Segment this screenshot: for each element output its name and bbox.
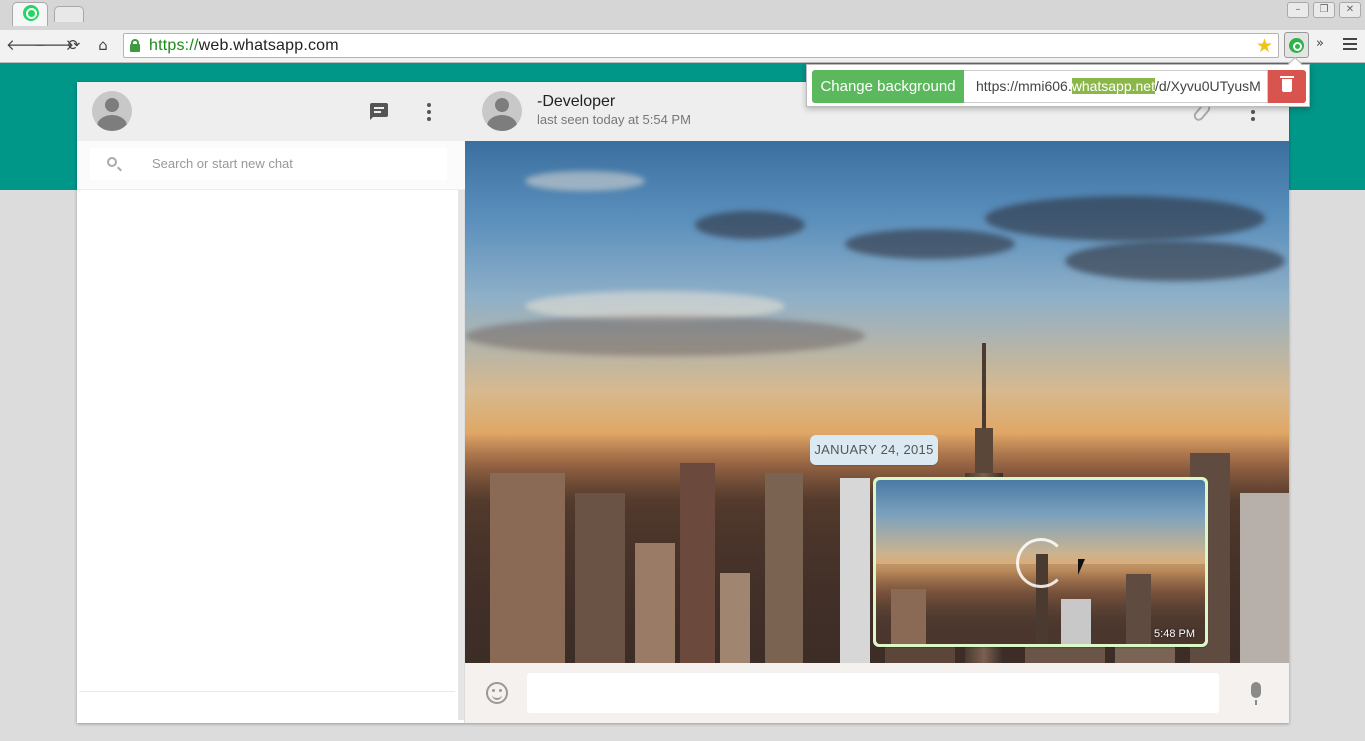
- change-background-button[interactable]: Change background: [812, 70, 964, 103]
- whatsapp-favicon-icon: [23, 5, 39, 21]
- delete-background-button[interactable]: [1268, 70, 1306, 103]
- emoji-icon[interactable]: [486, 682, 508, 704]
- search-icon: [107, 157, 117, 167]
- sidebar: [77, 82, 465, 723]
- my-avatar[interactable]: [92, 91, 132, 131]
- background-url-input[interactable]: https://mmi606.whatsapp.net/d/Xyvu0UTyus…: [964, 70, 1268, 103]
- back-button[interactable]: 🡐: [6, 34, 46, 56]
- mouse-cursor-icon: [1078, 559, 1092, 575]
- image-message[interactable]: 5:48 PM: [873, 477, 1208, 647]
- trash-icon: [1280, 76, 1294, 92]
- close-window-button[interactable]: ✕: [1339, 2, 1361, 18]
- date-divider: JANUARY 24, 2015: [810, 435, 938, 465]
- sidebar-menu-icon[interactable]: [427, 103, 431, 121]
- bookmark-star-icon[interactable]: ★: [1256, 35, 1273, 57]
- message-input[interactable]: [527, 673, 1219, 713]
- search-box[interactable]: [90, 148, 447, 180]
- sidebar-footer: [79, 691, 455, 721]
- window-controls: – ❐ ✕: [1287, 2, 1361, 18]
- microphone-icon[interactable]: [1251, 682, 1261, 705]
- sidebar-scrollbar[interactable]: [458, 190, 464, 720]
- contact-name[interactable]: -Developer: [537, 93, 615, 111]
- new-chat-icon[interactable]: [370, 103, 388, 120]
- browser-toolbar: 🡐 🡒 ⟳ ⌂ https://web.whatsapp.com ★ »: [0, 30, 1365, 63]
- minimize-button[interactable]: –: [1287, 2, 1309, 18]
- restore-button[interactable]: ❐: [1313, 2, 1335, 18]
- loading-spinner-icon: [1016, 538, 1066, 588]
- extension-button[interactable]: [1284, 32, 1309, 58]
- address-bar[interactable]: https://web.whatsapp.com ★: [123, 33, 1279, 58]
- forward-button[interactable]: 🡒: [34, 34, 74, 56]
- reload-button[interactable]: ⟳: [63, 34, 85, 56]
- address-url[interactable]: https://web.whatsapp.com: [149, 37, 339, 55]
- contact-status: last seen today at 5:54 PM: [537, 112, 691, 127]
- new-tab-button[interactable]: [54, 6, 84, 22]
- browser-menu-icon[interactable]: [1343, 38, 1357, 50]
- message-composer: [465, 663, 1289, 723]
- search-input[interactable]: [152, 156, 432, 171]
- extensions-overflow-icon[interactable]: »: [1316, 36, 1324, 51]
- extension-popup: Change background https://mmi606.whatsap…: [806, 56, 1310, 107]
- home-button[interactable]: ⌂: [92, 34, 114, 56]
- image-message-thumbnail[interactable]: 5:48 PM: [876, 480, 1205, 644]
- tab-strip: – ❐ ✕: [0, 0, 1365, 30]
- image-message-time: 5:48 PM: [1154, 628, 1195, 640]
- contact-avatar[interactable]: [482, 91, 522, 131]
- chat-wallpaper-image: JANUARY 24, 2015 5:48 PM: [465, 141, 1289, 663]
- search-bar: [77, 141, 465, 190]
- lock-icon: [130, 39, 140, 52]
- whatsapp-app: -Developer last seen today at 5:54 PM: [77, 82, 1289, 723]
- conversation-panel: -Developer last seen today at 5:54 PM JA…: [465, 82, 1289, 723]
- sidebar-header: [77, 82, 465, 141]
